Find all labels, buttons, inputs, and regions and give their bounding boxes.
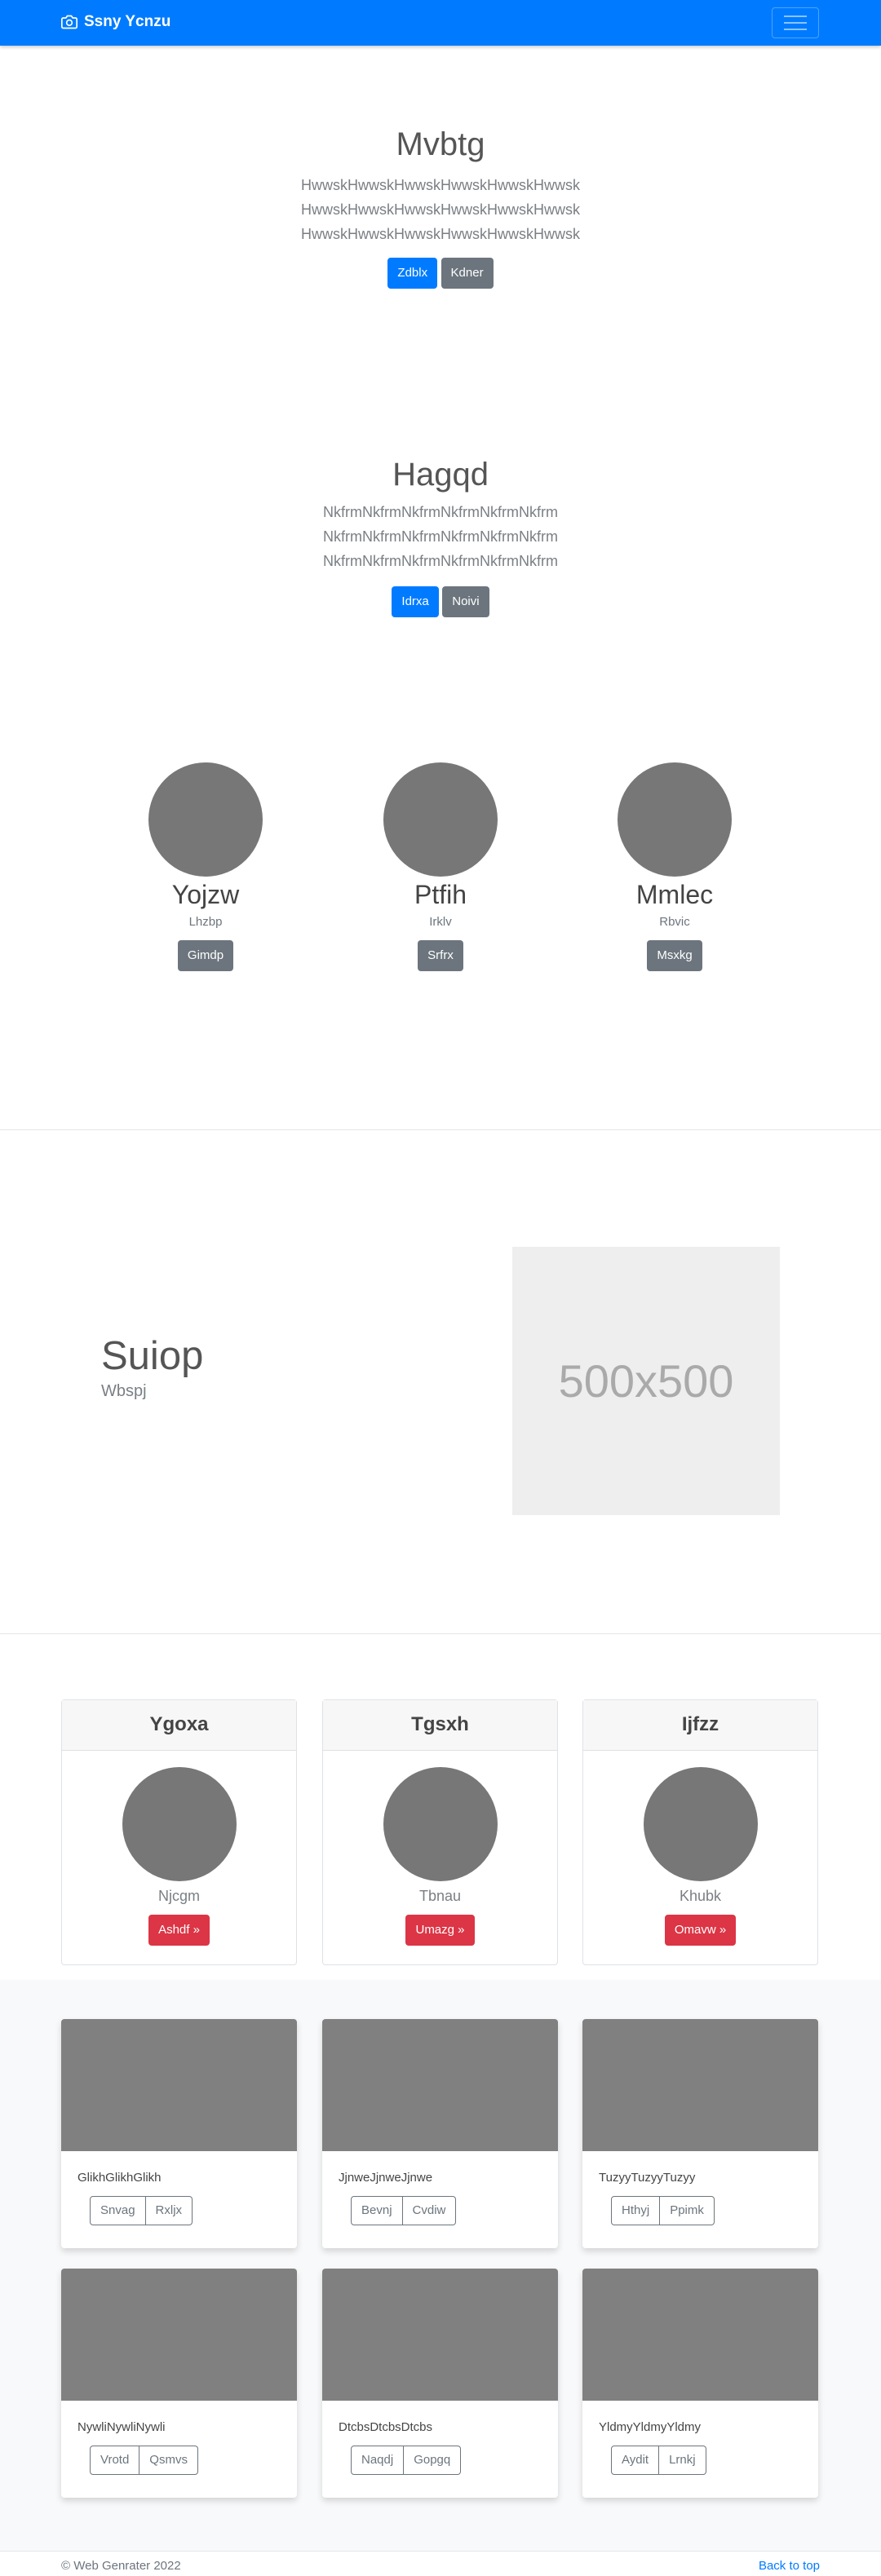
team-member-role: Rbvic	[659, 915, 690, 929]
back-to-top-link[interactable]: Back to top	[759, 2559, 820, 2573]
copyright-text: © Web Genrater 2022	[61, 2559, 181, 2573]
hero-secondary-button[interactable]: Noivi	[442, 586, 489, 617]
team-member: Mmlec Rbvic Msxkg	[552, 762, 797, 971]
hero-text-line: HwwskHwwskHwwskHwwskHwwskHwwsk	[301, 226, 580, 242]
card-button-group: Vrotd Qsmvs	[90, 2446, 297, 2475]
divider	[0, 1633, 881, 1634]
hero-title: Hagqd	[392, 457, 489, 493]
team-member-button[interactable]: Srfrx	[418, 940, 463, 971]
card-button[interactable]: Bevnj	[351, 2196, 403, 2225]
team-member-name: Yojzw	[171, 880, 240, 909]
card-button[interactable]: Cvdiw	[402, 2196, 457, 2225]
hero-primary-button[interactable]: Zdblx	[387, 258, 438, 289]
pricing-card: Ijfzz Khubk Omavw »	[582, 1699, 818, 1965]
card-text: NywliNywliNywli	[77, 2420, 166, 2434]
card-button[interactable]: Lrnkj	[659, 2446, 706, 2475]
card-image	[322, 2019, 558, 2151]
hero-title: Mvbtg	[396, 126, 485, 162]
card-image	[582, 2019, 818, 2151]
hero-text-line: NkfrmNkfrmNkfrmNkfrmNkfrmNkfrm	[323, 504, 558, 520]
card-header: Tgsxh	[323, 1700, 557, 1751]
hero-section-1: Mvbtg HwwskHwwskHwwskHwwskHwwskHwwsk Hww…	[0, 126, 881, 289]
team-member-name: Mmlec	[635, 880, 714, 909]
card-button-group: Snvag Rxljx	[90, 2196, 297, 2225]
card-image	[61, 2019, 297, 2151]
card-text: DtcbsDtcbsDtcbs	[339, 2420, 433, 2434]
card-header: Ygoxa	[62, 1700, 296, 1751]
feature-subtitle: Wbspj	[101, 1382, 147, 1400]
placeholder-label: 500x500	[558, 1355, 734, 1407]
avatar	[643, 1767, 758, 1881]
camera-icon	[61, 15, 77, 29]
team-member-button[interactable]: Msxkg	[647, 940, 702, 971]
card-button[interactable]: Hthyj	[611, 2196, 661, 2225]
card-action-button[interactable]: Omavw »	[664, 1915, 737, 1946]
card-button[interactable]: Snvag	[90, 2196, 146, 2225]
team-member-button[interactable]: Gimdp	[177, 940, 234, 971]
card-header: Ijfzz	[583, 1700, 817, 1751]
hero-section-2: Hagqd NkfrmNkfrmNkfrmNkfrmNkfrmNkfrm Nkf…	[0, 457, 881, 617]
hero-secondary-button[interactable]: Kdner	[440, 258, 494, 289]
card-button[interactable]: Vrotd	[90, 2446, 140, 2475]
card-action-button[interactable]: Ashdf »	[148, 1915, 210, 1946]
feature-image-placeholder: 500x500	[512, 1247, 780, 1515]
card-text: YldmyYldmyYldmy	[599, 2420, 702, 2434]
card-button-group: Bevnj Cvdiw	[351, 2196, 558, 2225]
avatar	[618, 762, 732, 877]
card-text: JjnweJjnweJjnwe	[339, 2171, 433, 2185]
hero-text-line: HwwskHwwskHwwskHwwskHwwskHwwsk	[301, 177, 580, 193]
hero-text-line: HwwskHwwskHwwskHwwskHwwskHwwsk	[301, 201, 580, 218]
card-button-group: Aydit Lrnkj	[611, 2446, 818, 2475]
team-member-role: Lhzbp	[188, 915, 223, 929]
hero-text-line: NkfrmNkfrmNkfrmNkfrmNkfrmNkfrm	[323, 528, 558, 545]
card-button[interactable]: Gopgq	[404, 2446, 462, 2475]
album-card: TuzyyTuzyyTuzyy Hthyj Ppimk	[582, 2019, 818, 2248]
footer: © Web Genrater 2022 Back to top	[0, 2551, 881, 2576]
feature-text: Suiop Wbspj	[101, 1333, 203, 1401]
navbar: Ssny Ycnzu	[0, 0, 881, 46]
navbar-toggler-button[interactable]	[772, 7, 819, 38]
album-section: GlikhGlikhGlikh Snvag Rxljx JjnweJjnweJj…	[0, 1980, 881, 2551]
avatar	[122, 1767, 237, 1881]
avatar	[383, 1767, 498, 1881]
card-button[interactable]: Qsmvs	[139, 2446, 198, 2475]
card-button[interactable]: Aydit	[611, 2446, 660, 2475]
pricing-card: Ygoxa Njcgm Ashdf »	[61, 1699, 297, 1965]
hamburger-icon	[784, 15, 807, 30]
card-image	[322, 2269, 558, 2401]
team-member: Yojzw Lhzbp Gimdp	[83, 762, 328, 971]
card-action-button[interactable]: Umazg »	[405, 1915, 475, 1946]
card-image	[61, 2269, 297, 2401]
card-image	[582, 2269, 818, 2401]
album-card: GlikhGlikhGlikh Snvag Rxljx	[61, 2019, 297, 2248]
card-text: TuzyyTuzyyTuzyy	[599, 2171, 696, 2185]
card-button-group: Hthyj Ppimk	[611, 2196, 818, 2225]
card-subtitle: Tbnau	[418, 1888, 462, 1904]
team-member: Ptfih Irklv Srfrx	[318, 762, 563, 971]
card-button[interactable]: Rxljx	[145, 2196, 193, 2225]
album-card: YldmyYldmyYldmy Aydit Lrnkj	[582, 2269, 818, 2498]
pricing-card: Tgsxh Tbnau Umazg »	[322, 1699, 558, 1965]
hero-text-line: NkfrmNkfrmNkfrmNkfrmNkfrmNkfrm	[323, 553, 558, 569]
card-subtitle: Njcgm	[157, 1888, 200, 1904]
card-button[interactable]: Ppimk	[660, 2196, 715, 2225]
feature-title: Suiop	[101, 1334, 204, 1378]
team-member-role: Irklv	[429, 915, 452, 929]
album-card: DtcbsDtcbsDtcbs Naqdj Gopgq	[322, 2269, 558, 2498]
divider	[0, 1129, 881, 1130]
album-card: NywliNywliNywli Vrotd Qsmvs	[61, 2269, 297, 2498]
hero-primary-button[interactable]: Idrxa	[392, 586, 439, 617]
avatar	[148, 762, 263, 877]
card-subtitle: Khubk	[679, 1888, 722, 1904]
brand-label: Ssny Ycnzu	[84, 13, 171, 30]
card-text: GlikhGlikhGlikh	[77, 2171, 162, 2185]
card-button-group: Naqdj Gopgq	[351, 2446, 558, 2475]
album-card: JjnweJjnweJjnwe Bevnj Cvdiw	[322, 2019, 558, 2248]
avatar	[383, 762, 498, 877]
card-button[interactable]: Naqdj	[351, 2446, 405, 2475]
team-member-name: Ptfih	[414, 880, 467, 909]
navbar-brand[interactable]: Ssny Ycnzu	[61, 13, 170, 31]
